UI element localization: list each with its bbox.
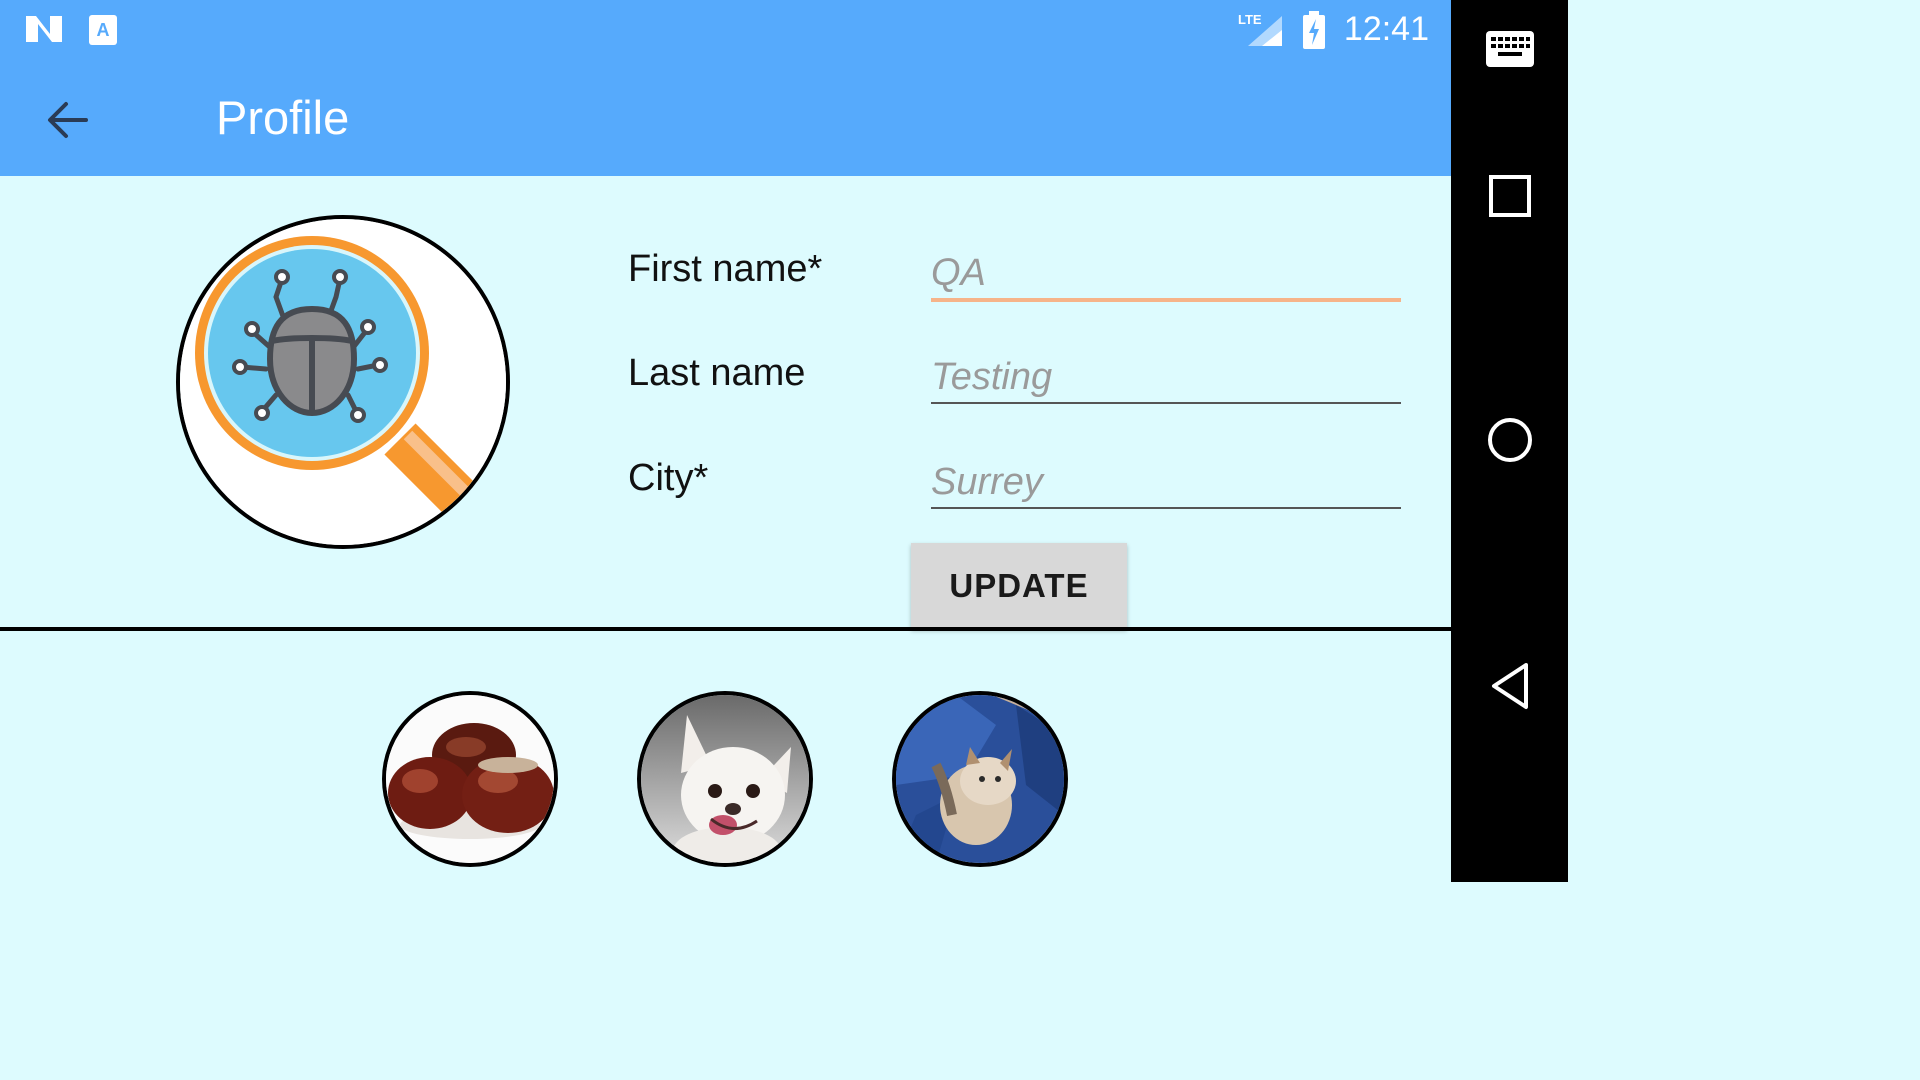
- back-button[interactable]: [38, 90, 98, 150]
- first-name-label: First name*: [628, 248, 823, 290]
- svg-text:A: A: [97, 20, 110, 40]
- keyboard-icon: [1485, 31, 1534, 67]
- back-triangle-icon: [1491, 663, 1528, 709]
- status-bar: A LTE 12:41: [0, 0, 1451, 60]
- cat-photo[interactable]: [892, 691, 1068, 867]
- n-logo-icon: [26, 16, 62, 42]
- profile-avatar[interactable]: [176, 215, 510, 549]
- city-label: City*: [628, 457, 709, 499]
- clock-time: 12:41: [1343, 10, 1429, 48]
- chestnuts-photo[interactable]: [382, 691, 558, 867]
- home-circle-icon: [1487, 418, 1532, 462]
- arrow-back-icon: [48, 102, 88, 138]
- first-name-field[interactable]: [931, 248, 1401, 302]
- lte-signal-icon: LTE: [1238, 12, 1282, 46]
- city-field[interactable]: [931, 457, 1401, 509]
- navigation-bar: [1451, 0, 1568, 882]
- section-divider: [0, 627, 1451, 631]
- a-keyboard-icon: A: [89, 15, 117, 45]
- bug-magnifier-icon: [180, 219, 506, 545]
- battery-charging-icon: [1303, 11, 1325, 49]
- app-bar: Profile: [0, 60, 1451, 176]
- recents-button[interactable]: [1451, 166, 1568, 226]
- chihuahua-photo[interactable]: [637, 691, 813, 867]
- page-title: Profile: [216, 91, 350, 144]
- last-name-label: Last name: [628, 352, 806, 394]
- back-nav-button[interactable]: [1451, 656, 1568, 716]
- last-name-field[interactable]: [931, 352, 1401, 404]
- recents-square-icon: [1488, 175, 1531, 217]
- keyboard-button[interactable]: [1451, 24, 1568, 74]
- home-button[interactable]: [1451, 410, 1568, 470]
- svg-text:LTE: LTE: [1238, 12, 1262, 27]
- update-button[interactable]: UPDATE: [911, 543, 1127, 629]
